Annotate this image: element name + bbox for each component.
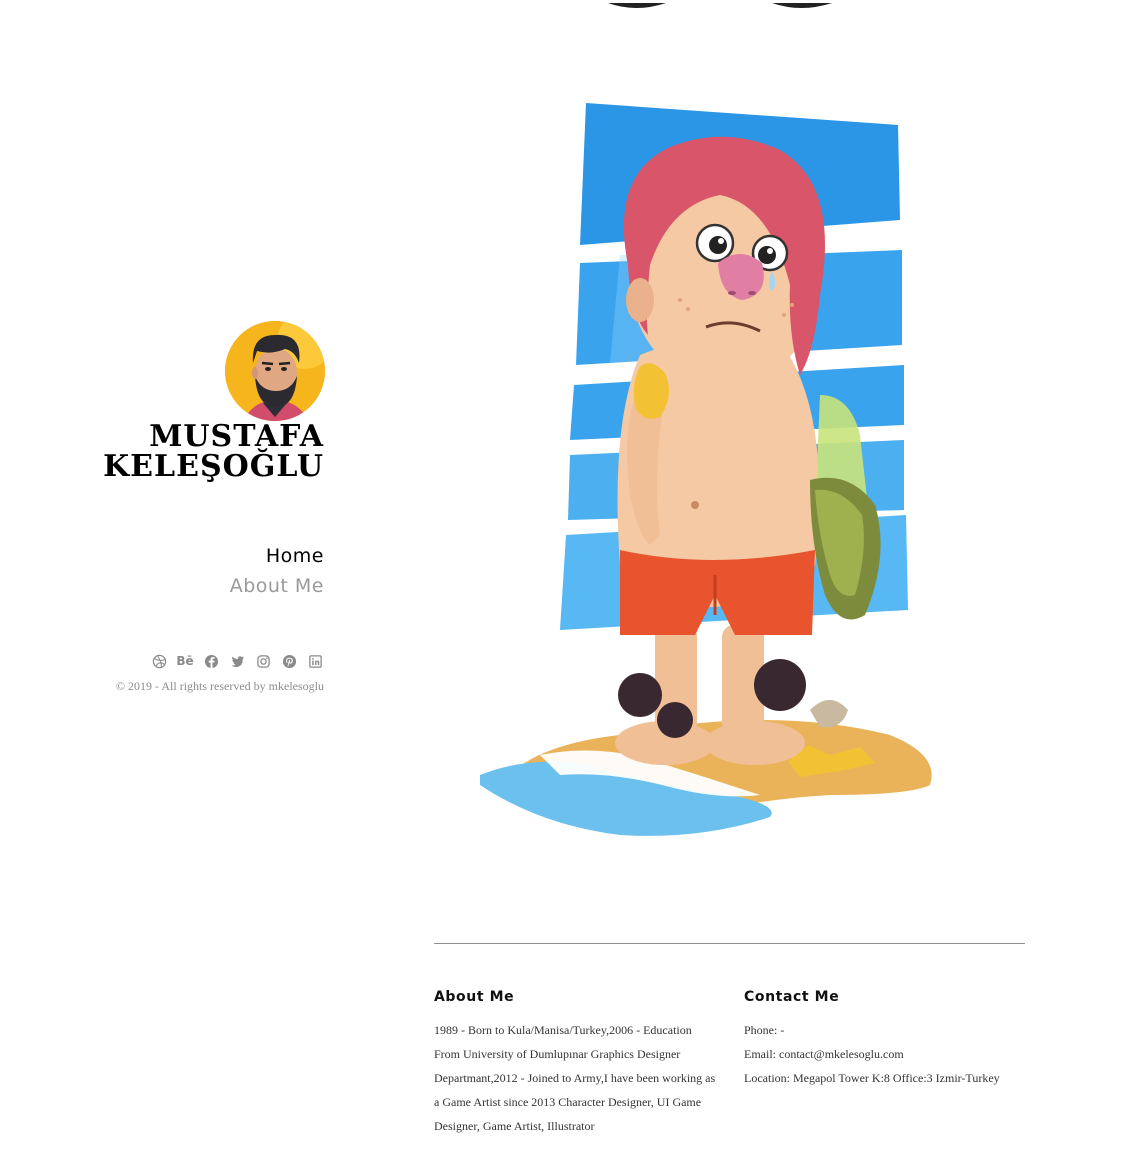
linkedin-icon[interactable]	[306, 652, 324, 670]
about-section: About Me 1989 - Born to Kula/Manisa/Turk…	[434, 987, 716, 1138]
nav-item-home[interactable]: Home	[74, 541, 324, 571]
twitter-icon[interactable]	[228, 652, 246, 670]
instagram-icon[interactable]	[254, 652, 272, 670]
sidebar: MUSTAFA KELEŞOĞLU Home About Me Bē © 201…	[0, 0, 325, 1172]
contact-heading: Contact Me	[744, 989, 840, 1005]
castaway-character-illustration	[480, 103, 932, 836]
site-title-line1: MUSTAFA	[149, 419, 324, 454]
behance-icon[interactable]: Bē	[176, 652, 194, 670]
nav-item-about-me[interactable]: About Me	[74, 571, 324, 601]
about-text: 1989 - Born to Kula/Manisa/Turkey,2006 -…	[434, 1023, 716, 1133]
avatar[interactable]	[225, 321, 325, 421]
dribbble-icon[interactable]	[150, 652, 168, 670]
site-title-line2: KELEŞOĞLU	[103, 449, 324, 484]
site-title[interactable]: MUSTAFA KELEŞOĞLU	[24, 422, 324, 482]
copyright-text: © 2019 - All rights reserved by mkelesog…	[115, 679, 324, 693]
contact-phone: Phone: -	[744, 1023, 785, 1037]
facebook-icon[interactable]	[202, 652, 220, 670]
featured-artwork[interactable]	[470, 95, 950, 855]
previous-artwork-fragment	[596, 0, 846, 10]
social-links: Bē	[74, 652, 324, 670]
contact-section: Contact Me Phone: - Email: contact@mkele…	[744, 987, 1044, 1090]
footer-divider	[434, 943, 1025, 944]
contact-location: Location: Megapol Tower K:8 Office:3 Izm…	[744, 1071, 1000, 1085]
main-nav: Home About Me	[74, 541, 324, 601]
about-heading: About Me	[434, 989, 515, 1005]
pinterest-icon[interactable]	[280, 652, 298, 670]
avatar-portrait-icon	[225, 321, 325, 421]
contact-email[interactable]: Email: contact@mkelesoglu.com	[744, 1042, 1044, 1066]
